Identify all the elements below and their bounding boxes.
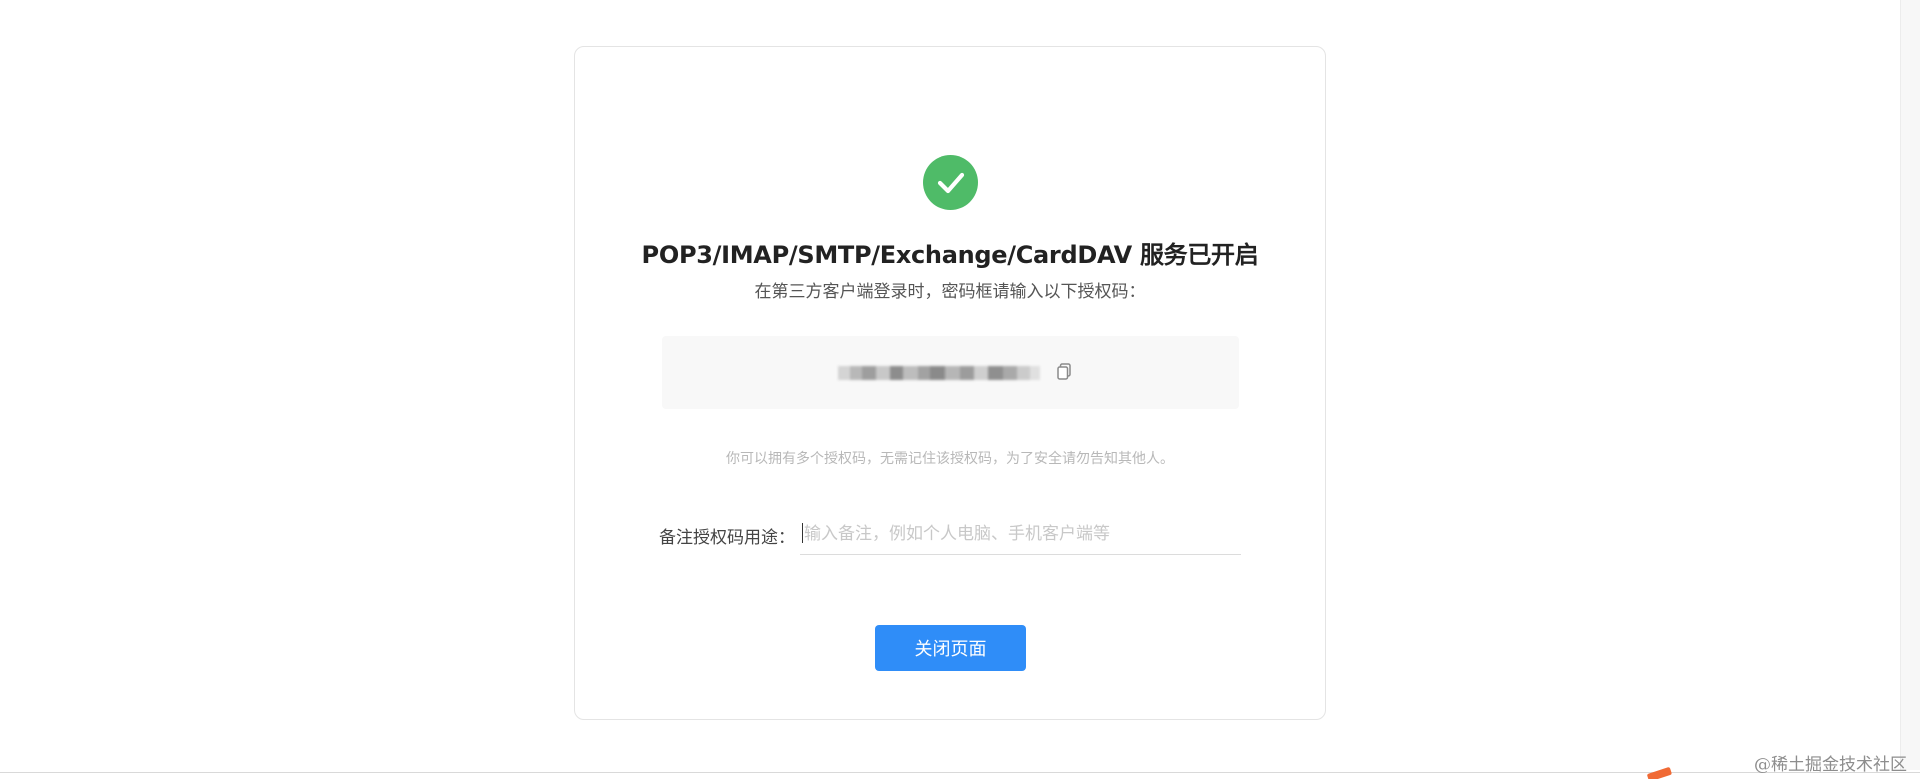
close-page-button[interactable]: 关闭页面 <box>875 625 1026 671</box>
copy-icon[interactable] <box>1056 362 1074 382</box>
browser-viewport: POP3/IMAP/SMTP/Exchange/CardDAV 服务已开启 在第… <box>0 0 1920 779</box>
service-enabled-title: POP3/IMAP/SMTP/Exchange/CardDAV 服务已开启 <box>641 241 1259 269</box>
bottom-divider <box>0 772 1920 773</box>
authorization-code-box <box>662 336 1239 409</box>
site-watermark: @稀土掘金技术社区 <box>1754 755 1907 775</box>
check-circle-icon <box>923 155 978 210</box>
authorization-instruction: 在第三方客户端登录时，密码框请输入以下授权码： <box>754 282 1146 302</box>
corner-accent <box>1646 766 1673 779</box>
authorization-code-hint: 你可以拥有多个授权码，无需记住该授权码，为了安全请勿告知其他人。 <box>726 451 1174 467</box>
scrollbar-track[interactable] <box>1900 0 1920 770</box>
note-label: 备注授权码用途： <box>659 528 795 548</box>
blurred-authorization-code <box>838 360 1040 386</box>
authorization-result-card: POP3/IMAP/SMTP/Exchange/CardDAV 服务已开启 在第… <box>574 46 1326 720</box>
check-icon <box>937 172 964 193</box>
note-input[interactable] <box>800 513 1241 555</box>
text-caret <box>802 523 803 543</box>
